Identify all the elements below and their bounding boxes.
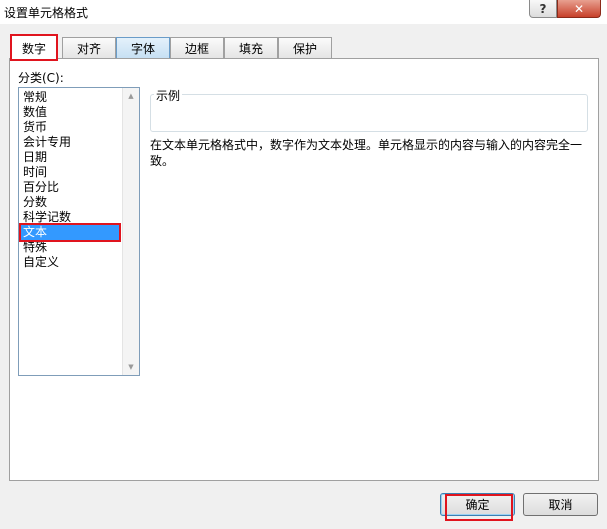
category-item-time[interactable]: 时间: [21, 165, 121, 180]
close-button[interactable]: ✕: [557, 0, 601, 18]
category-listbox[interactable]: 常规 数值 货币 会计专用 日期 时间 百分比 分数 科学记数 文本 特殊 自定…: [18, 87, 140, 376]
category-item-scientific[interactable]: 科学记数: [21, 210, 121, 225]
title-bar: 设置单元格格式 ? ✕: [0, 0, 607, 24]
triangle-down-icon[interactable]: ▼: [123, 359, 139, 375]
category-item-special[interactable]: 特殊: [21, 240, 121, 255]
dialog-title: 设置单元格格式: [4, 6, 89, 20]
tab-font[interactable]: 字体: [116, 37, 170, 59]
triangle-up-icon[interactable]: ▲: [123, 88, 139, 104]
category-label: 分类(C):: [18, 71, 64, 85]
tab-border[interactable]: 边框: [170, 37, 224, 59]
sample-box: [150, 94, 588, 132]
format-description: 在文本单元格格式中，数字作为文本处理。单元格显示的内容与输入的内容完全一致。: [150, 138, 583, 168]
category-item-general[interactable]: 常规: [21, 90, 121, 105]
category-item-text[interactable]: 文本: [19, 223, 121, 242]
number-tab-panel: 分类(C): 常规 数值 货币 会计专用 日期 时间 百分比 分数 科学记数 文…: [9, 58, 599, 481]
category-item-custom[interactable]: 自定义: [21, 255, 121, 270]
category-item-fraction[interactable]: 分数: [21, 195, 121, 210]
ok-button[interactable]: 确定: [440, 493, 515, 521]
cancel-button[interactable]: 取消: [523, 493, 598, 516]
category-item-percentage[interactable]: 百分比: [21, 180, 121, 195]
tab-fill[interactable]: 填充: [224, 37, 278, 59]
category-item-currency[interactable]: 货币: [21, 120, 121, 135]
tab-protection[interactable]: 保护: [278, 37, 332, 59]
tab-number[interactable]: 数字: [10, 34, 58, 61]
sample-label: 示例: [154, 87, 183, 104]
format-cells-dialog: 设置单元格格式 ? ✕ 数字 对齐 字体 边框 填充 保护 分类(C): 常规 …: [0, 0, 607, 529]
category-item-number[interactable]: 数值: [21, 105, 121, 120]
category-item-accounting[interactable]: 会计专用: [21, 135, 121, 150]
category-items: 常规 数值 货币 会计专用 日期 时间 百分比 分数 科学记数 文本 特殊 自定…: [19, 90, 121, 270]
category-scrollbar[interactable]: ▲ ▼: [122, 88, 139, 375]
tab-alignment[interactable]: 对齐: [62, 37, 116, 59]
category-item-date[interactable]: 日期: [21, 150, 121, 165]
help-button[interactable]: ?: [529, 0, 557, 18]
tab-strip: 数字 对齐 字体 边框 填充 保护: [9, 34, 599, 61]
